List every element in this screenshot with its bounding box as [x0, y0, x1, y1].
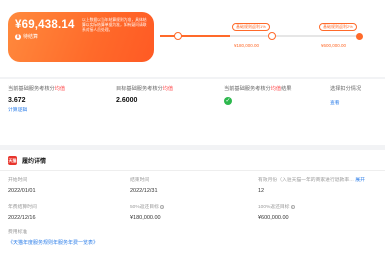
- half-return-label: 50%返还目标 i: [130, 204, 165, 210]
- score-result-metric: 当前基础服务考核分均值结果 ✓: [224, 85, 291, 105]
- valid-months-value: 12: [258, 188, 265, 194]
- view-deduction-link[interactable]: 查看: [330, 99, 361, 106]
- fee-standard-label: 费用标准: [8, 230, 28, 235]
- milestone-2-dot: [356, 32, 363, 40]
- start-time: 开始时间 2022/01/01: [8, 176, 36, 194]
- settle-note: 以上数据以当年结算规则为准，具体结算以实际结算单据为准，如有疑问请联系对接人员处…: [82, 18, 147, 33]
- milestone-1-dot: [268, 32, 276, 40]
- fee-standard-link[interactable]: 《天猫年度服务规则年服务年费一览表》: [8, 239, 98, 246]
- divider: [0, 170, 385, 171]
- deduction-metric: 选择扣分情况 查看: [330, 85, 361, 106]
- target-score-value: 2.6000: [116, 97, 138, 104]
- milestone-1-value: ¥180,000.00: [234, 43, 260, 48]
- rebate-amount-card: ¥69,438.14 ¥ 待结算 以上数据以当年结算规则为准，具体结算以实际结算…: [8, 12, 154, 62]
- milestone-2-value: ¥600,000.00: [321, 43, 347, 48]
- rebate-amount: ¥69,438.14: [15, 19, 75, 31]
- end-time: 结束时间 2022/12/31: [130, 176, 158, 194]
- end-time-label: 结束时间: [130, 178, 150, 183]
- rebate-summary-panel: ¥69,438.14 ¥ 待结算 以上数据以当年结算规则为准，具体结算以实际结算…: [0, 0, 385, 77]
- current-score-metric: 当前基础服务考核分均值 3.672 计算逻辑: [8, 85, 65, 113]
- rebate-progress-fill: [160, 35, 230, 37]
- tmall-logo-icon: 天猫: [8, 156, 17, 165]
- full-return-value: ¥600,000.00: [258, 215, 289, 221]
- deduction-label: 选择扣分情况: [330, 86, 362, 92]
- milestone-2-pill: 基础规则返利2%: [319, 23, 357, 31]
- full-return-target: 100%返还目标 i ¥600,000.00: [258, 203, 295, 221]
- section-header: 天猫 履约详情: [8, 156, 46, 165]
- settle-time-label: 年费结算时间: [8, 205, 37, 210]
- section-title: 履约详情: [22, 159, 47, 165]
- check-icon: ✓: [224, 97, 232, 105]
- status-icon: ¥: [15, 33, 21, 40]
- end-time-value: 2022/12/31: [130, 188, 158, 194]
- start-time-value: 2022/01/01: [8, 188, 36, 194]
- progress-start-dot: [174, 32, 182, 40]
- current-score-value: 3.672: [8, 97, 26, 104]
- target-score-metric: 目标基础服务考核分均值 2.6000: [116, 85, 173, 104]
- settle-status: ¥ 待结算: [15, 33, 38, 40]
- valid-months-label: 有效月份（入驻天猫一年的商家进行退款率… 展开: [258, 178, 365, 183]
- settle-time-value: 2022/12/16: [8, 215, 36, 221]
- service-metrics-panel: 当前基础服务考核分均值 3.672 计算逻辑 目标基础服务考核分均值 2.600…: [0, 79, 385, 145]
- fulfillment-details-panel: 天猫 履约详情 开始时间 2022/01/01 结束时间 2022/12/31 …: [0, 150, 385, 258]
- half-return-target: 50%返还目标 i ¥180,000.00: [130, 203, 165, 221]
- half-return-value: ¥180,000.00: [130, 215, 161, 221]
- current-score-label: 当前基础服务考核分均值: [8, 86, 66, 92]
- expand-link[interactable]: 展开: [355, 178, 365, 183]
- full-return-label: 100%返还目标 i: [258, 204, 295, 210]
- calc-logic-link[interactable]: 计算逻辑: [8, 106, 65, 113]
- settle-time: 年费结算时间 2022/12/16: [8, 203, 37, 221]
- score-result-label: 当前基础服务考核分均值结果: [224, 86, 292, 92]
- info-icon[interactable]: i: [160, 204, 165, 209]
- settle-status-label: 待结算: [23, 34, 39, 40]
- valid-months: 有效月份（入驻天猫一年的商家进行退款率… 展开 12: [258, 176, 365, 194]
- info-icon[interactable]: i: [290, 204, 295, 209]
- target-score-label: 目标基础服务考核分均值: [116, 86, 174, 92]
- rebate-progress-bar: [160, 35, 360, 37]
- start-time-label: 开始时间: [8, 178, 28, 183]
- milestone-1-pill: 基础规则返利1%: [232, 23, 270, 31]
